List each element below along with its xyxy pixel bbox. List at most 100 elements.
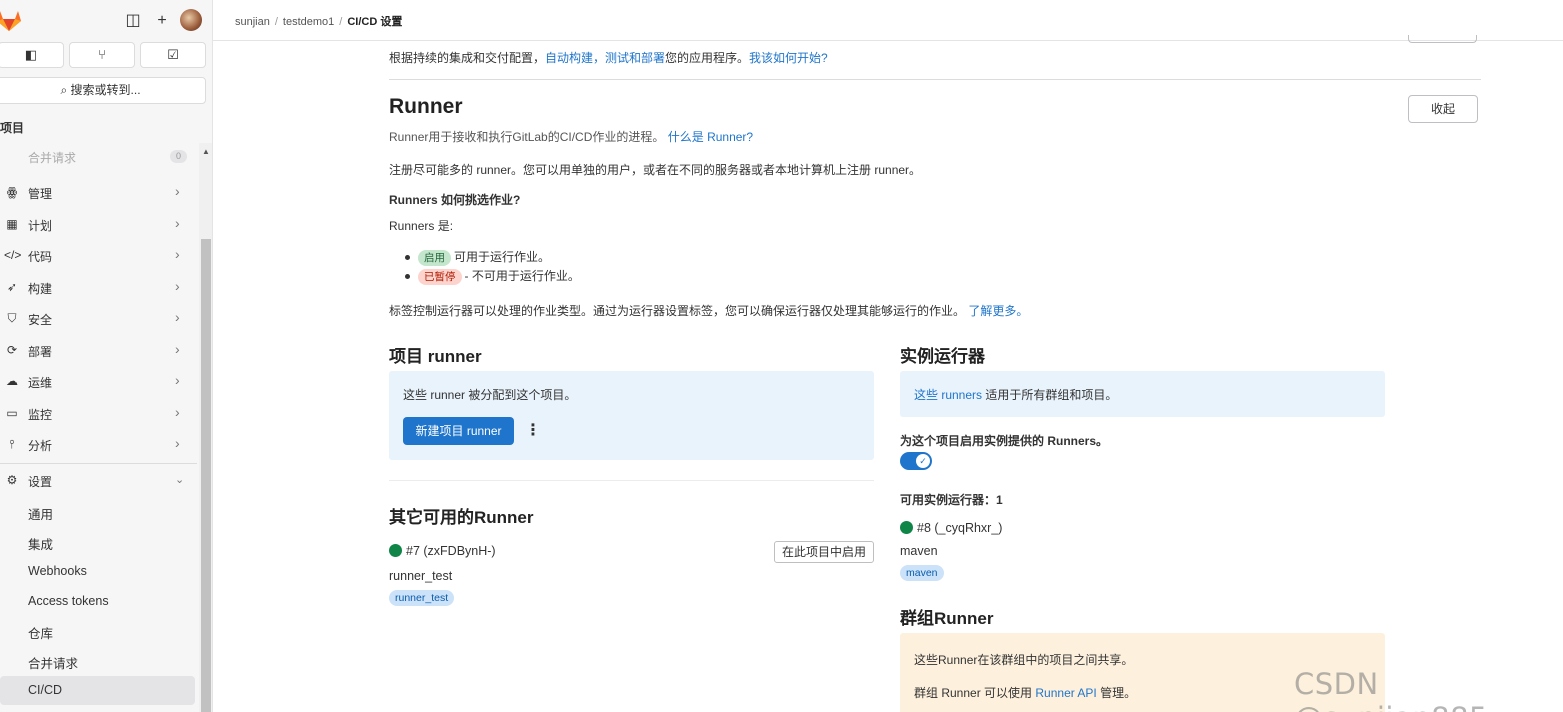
chevron-right-icon: › (175, 183, 180, 199)
sidebar-subitem-access-tokens[interactable]: Access tokens (0, 587, 195, 616)
more-actions-icon[interactable]: ⋮ (525, 421, 541, 441)
chevron-right-icon: › (175, 372, 180, 388)
text: 群组 Runner 可以使用 (914, 686, 1033, 700)
expand-button-partial[interactable] (1408, 35, 1477, 43)
gitlab-logo-icon[interactable] (0, 8, 22, 32)
users-icon: ꙮ (6, 185, 18, 199)
breadcrumb-item[interactable]: sunjian (235, 16, 270, 28)
sidebar-item-manage[interactable]: ꙮ 管理 › (0, 177, 197, 207)
sidebar-subitem-repository[interactable]: 仓库 (0, 616, 195, 645)
instance-runners-info: 这些 runners 适用于所有群组和项目。 (914, 386, 1117, 403)
runner-api-link[interactable]: Runner API (1035, 686, 1096, 700)
list-item: 启用 可用于运行作业。 (405, 248, 550, 266)
runner-id-text[interactable]: #7 (zxFDBynH-) (406, 544, 496, 558)
todo-icon[interactable]: ☑ (140, 42, 206, 68)
sidebar-item-settings[interactable]: ⚙ 设置 ⌄ (0, 465, 197, 495)
chevron-right-icon: › (175, 309, 180, 325)
breadcrumb-item[interactable]: testdemo1 (283, 16, 334, 28)
sidebar-toggle-icon[interactable]: ◫ (122, 10, 144, 32)
text: 管理。 (1100, 686, 1137, 700)
sidebar-item-security[interactable]: ⛉ 安全 › (0, 303, 197, 333)
instance-runners-title: 实例运行器 (900, 347, 985, 366)
group-runners-info: 这些Runner在该群组中的项目之间共享。 (914, 653, 1134, 667)
runner-section-title: Runner (389, 95, 463, 118)
new-project-runner-button[interactable]: 新建项目 runner (403, 417, 514, 445)
search-button[interactable]: ⌕ 搜索或转到... (0, 77, 206, 104)
what-is-runner-link[interactable]: 什么是 Runner? (668, 130, 753, 144)
avatar[interactable] (180, 9, 202, 31)
breadcrumb: sunjian / testdemo1 / CI/CD 设置 (235, 13, 402, 29)
collapse-button[interactable]: 收起 (1408, 95, 1478, 123)
sidebar-item-deploy[interactable]: ⟳ 部署 › (0, 335, 197, 365)
sidebar-item-label: 设置 (28, 475, 53, 489)
sidebar-subitem-label: Access tokens (28, 594, 109, 608)
sidebar-item-analyze[interactable]: ⫯ 分析 › (0, 429, 197, 459)
auto-devops-link[interactable]: 自动构建，测试和部署 (545, 51, 665, 65)
scrollbar-thumb[interactable] (201, 239, 211, 712)
chevron-right-icon: › (175, 341, 180, 357)
sidebar-item-operate[interactable]: ☁ 运维 › (0, 366, 197, 396)
sidebar-subitem-webhooks[interactable]: Webhooks (0, 557, 195, 586)
section-title: 项目 (0, 121, 25, 135)
runner-name: runner_test (389, 569, 453, 583)
sidebar-item-label: 构建 (28, 282, 53, 296)
list-item: 已暂停 - 不可用于运行作业。 (405, 267, 580, 285)
deploy-icon: ⟳ (6, 343, 18, 357)
sidebar-subitem-label: 仓库 (28, 627, 54, 641)
sidebar-quick-tabs: ◧ ⑂ ☑ (0, 42, 212, 70)
instance-runners-link[interactable]: 这些 runners (914, 388, 982, 402)
learn-more-link[interactable]: 了解更多。 (968, 304, 1028, 318)
sidebar-item-label: 运维 (28, 376, 53, 390)
sidebar-item-label: 分析 (28, 439, 53, 453)
divider (389, 480, 874, 481)
issues-icon[interactable]: ◧ (0, 42, 64, 68)
instance-runners-toggle[interactable]: ✓ (900, 452, 932, 470)
instance-runners-panel: 这些 runners 适用于所有群组和项目。 (900, 371, 1385, 417)
status-badge-active: 启用 (418, 249, 451, 266)
sidebar-item-plan[interactable]: ▦ 计划 › (0, 209, 197, 239)
runner-id-text[interactable]: #8 (_cyqRhxr_) (917, 521, 1002, 535)
sidebar-item-build[interactable]: ➶ 构建 › (0, 272, 197, 302)
help-link[interactable]: 我该如何开始? (749, 51, 828, 65)
breadcrumb-current[interactable]: CI/CD 设置 (347, 16, 402, 28)
plus-icon[interactable]: + (151, 10, 173, 32)
chevron-right-icon: › (175, 246, 180, 262)
sidebar-item-merge-requests-faded[interactable]: 合并请求 (28, 149, 76, 166)
sidebar-item-monitor[interactable]: ▭ 监控 › (0, 398, 197, 428)
check-icon: ✓ (916, 454, 930, 468)
chevron-right-icon: › (175, 435, 180, 451)
scroll-up-icon[interactable]: ▲ (202, 147, 210, 156)
enable-runner-button[interactable]: 在此项目中启用 (774, 541, 874, 563)
sidebar-item-label: 部署 (28, 345, 53, 359)
divider (0, 463, 197, 464)
cicd-description: 根据持续的集成和交付配置，自动构建，测试和部署您的应用程序。我该如何开始? (389, 49, 828, 66)
sidebar-subitem-general[interactable]: 通用 (0, 497, 195, 526)
breadcrumb-separator: / (339, 16, 343, 28)
project-runners-title: 项目 runner (389, 347, 482, 366)
register-text: 注册尽可能多的 runner。您可以用单独的用户，或者在不同的服务器或者本地计算… (389, 163, 922, 177)
runner-name: maven (900, 544, 938, 558)
sidebar-subitem-cicd[interactable]: CI/CD (0, 676, 195, 705)
tag-badge: maven (900, 565, 944, 581)
online-status-icon (389, 544, 402, 557)
sidebar-subitem-merge-requests[interactable]: 合并请求 (0, 646, 195, 675)
project-runners-info: 这些 runner 被分配到这个项目。 (403, 388, 577, 402)
sidebar-scrollbar[interactable]: ▲ (199, 143, 212, 712)
sidebar-subitem-integrations[interactable]: 集成 (0, 527, 195, 556)
chevron-right-icon: › (175, 215, 180, 231)
sidebar-item-code[interactable]: </> 代码 › (0, 240, 197, 270)
merge-requests-icon[interactable]: ⑂ (69, 42, 135, 68)
other-runners-title: 其它可用的Runner (389, 508, 534, 527)
tags-text: 标签控制运行器可以处理的作业类型。通过为运行器设置标签，您可以确保运行器仅处理其… (389, 302, 1028, 319)
pick-jobs-title: Runners 如何挑选作业? (389, 193, 521, 207)
shield-icon: ⛉ (7, 311, 17, 325)
runner-id: #7 (zxFDBynH-) (389, 544, 496, 558)
sidebar-item-label: 代码 (28, 250, 53, 264)
chevron-right-icon: › (175, 404, 180, 420)
sidebar-item-label: 监控 (28, 408, 53, 422)
chevron-right-icon: › (175, 278, 180, 294)
text: 您的应用程序。 (665, 51, 750, 65)
runners-are-text: Runners 是: (389, 219, 454, 233)
runner-tag: maven (900, 565, 947, 581)
text: 标签控制运行器可以处理的作业类型。通过为运行器设置标签，您可以确保运行器仅处理其… (389, 304, 966, 318)
